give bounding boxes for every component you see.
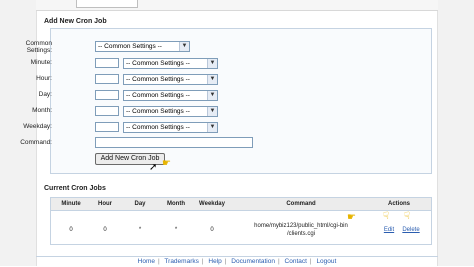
- cell-day: *: [138, 227, 142, 233]
- edit-link[interactable]: Edit: [381, 227, 397, 233]
- chevron-down-icon: ▼: [207, 75, 217, 84]
- hour-select-value: -- Common Settings --: [126, 76, 190, 83]
- minute-label: Minute:: [30, 59, 52, 66]
- cell-weekday: 0: [210, 227, 214, 233]
- hour-label: Hour:: [36, 75, 52, 82]
- footer-nav: Home | Trademarks | Help | Documentation | C…: [36, 256, 438, 267]
- current-cron-title: Current Cron Jobs: [44, 185, 106, 192]
- footer-logout[interactable]: Logout: [316, 258, 336, 265]
- footer-contact[interactable]: Contact: [285, 258, 307, 265]
- hand-pointer-icon: ☛: [162, 158, 171, 169]
- header-day: Day: [134, 201, 146, 207]
- cell-command-line2: /clients.cgi: [286, 231, 315, 237]
- hand-pointer-icon: ☟: [404, 211, 411, 222]
- command-label: Command:: [20, 139, 52, 146]
- chevron-down-icon: ▼: [207, 107, 217, 116]
- command-input[interactable]: [95, 137, 253, 148]
- hand-pointer-icon: ☛: [347, 212, 356, 223]
- delete-link[interactable]: Delete: [399, 227, 423, 233]
- header-hour: Hour: [98, 201, 112, 207]
- common-settings-select[interactable]: -- Common Settings -- ▼: [95, 41, 190, 52]
- weekday-label: Weekday:: [23, 123, 52, 130]
- footer-help[interactable]: Help: [208, 258, 221, 265]
- hand-pointer-icon: ☟: [383, 211, 390, 222]
- day-input[interactable]: [95, 90, 119, 100]
- footer-trademarks[interactable]: Trademarks: [164, 258, 198, 265]
- common-settings-label: Common Settings:: [25, 40, 52, 54]
- right-margin: [437, 0, 474, 266]
- header-command: Command: [286, 201, 316, 207]
- common-settings-value: -- Common Settings --: [98, 43, 162, 50]
- cell-minute: 0: [69, 227, 73, 233]
- month-select-value: -- Common Settings --: [126, 108, 190, 115]
- month-input[interactable]: [95, 106, 119, 116]
- cron-table: Minute Hour Day Month Weekday Command Ac…: [50, 197, 432, 245]
- weekday-select-value: -- Common Settings --: [126, 124, 190, 131]
- hour-input[interactable]: [95, 74, 119, 84]
- weekday-select[interactable]: -- Common Settings -- ▼: [123, 122, 218, 133]
- table-header: Minute Hour Day Month Weekday Command Ac…: [51, 198, 431, 211]
- mouse-cursor-icon: ➚: [149, 162, 158, 173]
- weekday-input[interactable]: [95, 122, 119, 132]
- day-select[interactable]: -- Common Settings -- ▼: [123, 90, 218, 101]
- day-select-value: -- Common Settings --: [126, 92, 190, 99]
- header-month: Month: [167, 201, 185, 207]
- footer-home[interactable]: Home: [138, 258, 155, 265]
- month-select[interactable]: -- Common Settings -- ▼: [123, 106, 218, 117]
- minute-select-value: -- Common Settings --: [126, 60, 190, 67]
- cell-command-line1: home/mybiz123/public_html/cgi-bin: [254, 223, 348, 229]
- top-tab: [76, 0, 138, 8]
- chevron-down-icon: ▼: [179, 42, 189, 51]
- chevron-down-icon: ▼: [207, 123, 217, 132]
- month-label: Month:: [32, 107, 52, 114]
- hour-select[interactable]: -- Common Settings -- ▼: [123, 74, 218, 85]
- cell-month: *: [174, 227, 178, 233]
- minute-select[interactable]: -- Common Settings -- ▼: [123, 58, 218, 69]
- header-weekday: Weekday: [199, 201, 225, 207]
- day-label: Day:: [38, 91, 52, 98]
- header-minute: Minute: [61, 201, 81, 207]
- minute-input[interactable]: [95, 58, 119, 68]
- add-cron-title: Add New Cron Job: [44, 18, 107, 25]
- footer-documentation[interactable]: Documentation: [231, 258, 275, 265]
- chevron-down-icon: ▼: [207, 91, 217, 100]
- chevron-down-icon: ▼: [207, 59, 217, 68]
- cell-hour: 0: [103, 227, 107, 233]
- header-actions: Actions: [387, 201, 410, 207]
